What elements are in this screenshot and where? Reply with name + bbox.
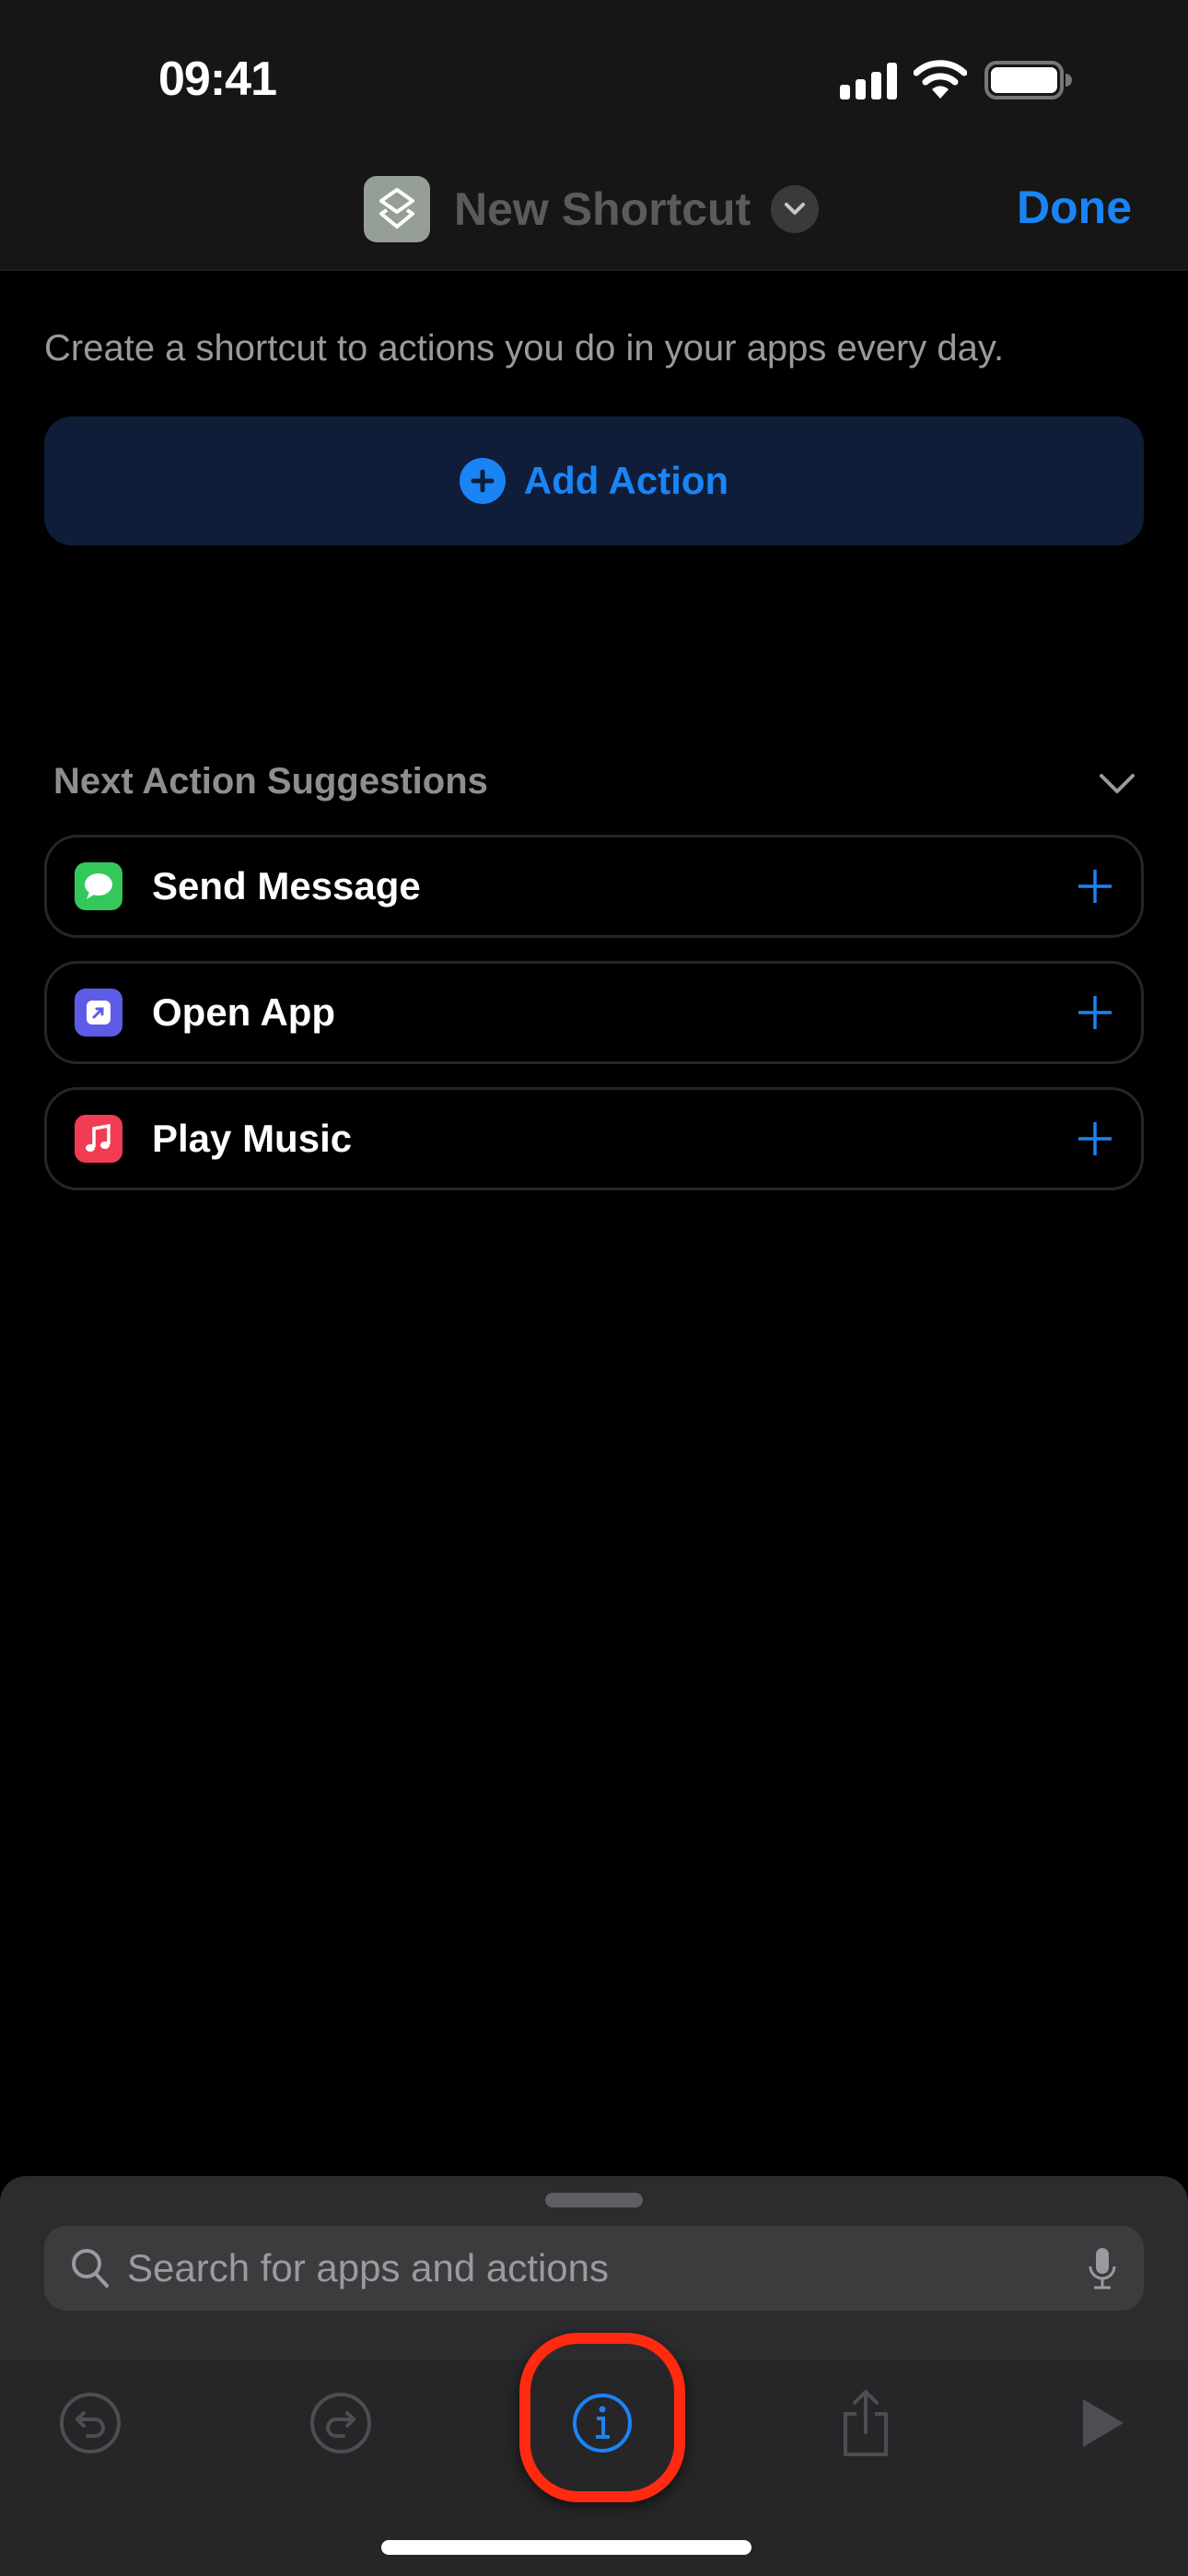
done-button[interactable]: Done [1017,181,1132,234]
shortcuts-icon [364,176,430,242]
share-icon [844,2390,888,2456]
status-time: 09:41 [158,53,277,106]
chevron-down-icon[interactable] [771,185,820,233]
run-button[interactable] [1065,2386,1138,2460]
home-indicator [381,2540,751,2555]
search-bar[interactable] [44,2226,1144,2311]
intro-text: Create a shortcut to actions you do in y… [44,328,1005,369]
suggestion-play-music[interactable]: Play Music [44,1087,1144,1190]
shortcut-title[interactable]: New Shortcut [454,182,751,236]
cellular-signal-icon [840,61,897,100]
plus-icon[interactable] [1077,868,1113,905]
suggestions-header: Next Action Suggestions [53,761,488,802]
suggestion-label: Play Music [152,1117,353,1160]
add-action-button[interactable]: Add Action [44,416,1144,545]
redo-button[interactable] [304,2386,378,2460]
plus-icon[interactable] [1077,994,1113,1031]
share-button[interactable] [829,2386,903,2460]
plus-icon[interactable] [1077,1120,1113,1157]
suggestion-label: Open App [152,990,336,1034]
redo-icon [310,2393,371,2453]
music-icon [75,1115,122,1163]
undo-icon [60,2393,121,2453]
search-icon [72,2249,109,2288]
add-action-label: Add Action [523,459,729,502]
battery-icon [984,61,1072,100]
messages-icon [75,862,122,910]
suggestion-open-app[interactable]: Open App [44,961,1144,1064]
shortcut-title-group[interactable]: New Shortcut [364,175,820,243]
undo-button[interactable] [53,2386,127,2460]
chevron-down-icon[interactable] [1098,772,1136,801]
highlight-ring [519,2333,685,2502]
plus-circle-icon [459,458,506,504]
suggestion-label: Send Message [152,864,421,907]
status-icons [840,57,1072,103]
search-input[interactable] [127,2246,1087,2290]
suggestion-send-message[interactable]: Send Message [44,835,1144,938]
play-icon [1083,2399,1124,2447]
microphone-icon[interactable] [1087,2246,1118,2290]
wifi-icon [914,60,967,99]
sheet-grabber[interactable] [545,2193,643,2207]
open-app-icon [75,989,122,1036]
